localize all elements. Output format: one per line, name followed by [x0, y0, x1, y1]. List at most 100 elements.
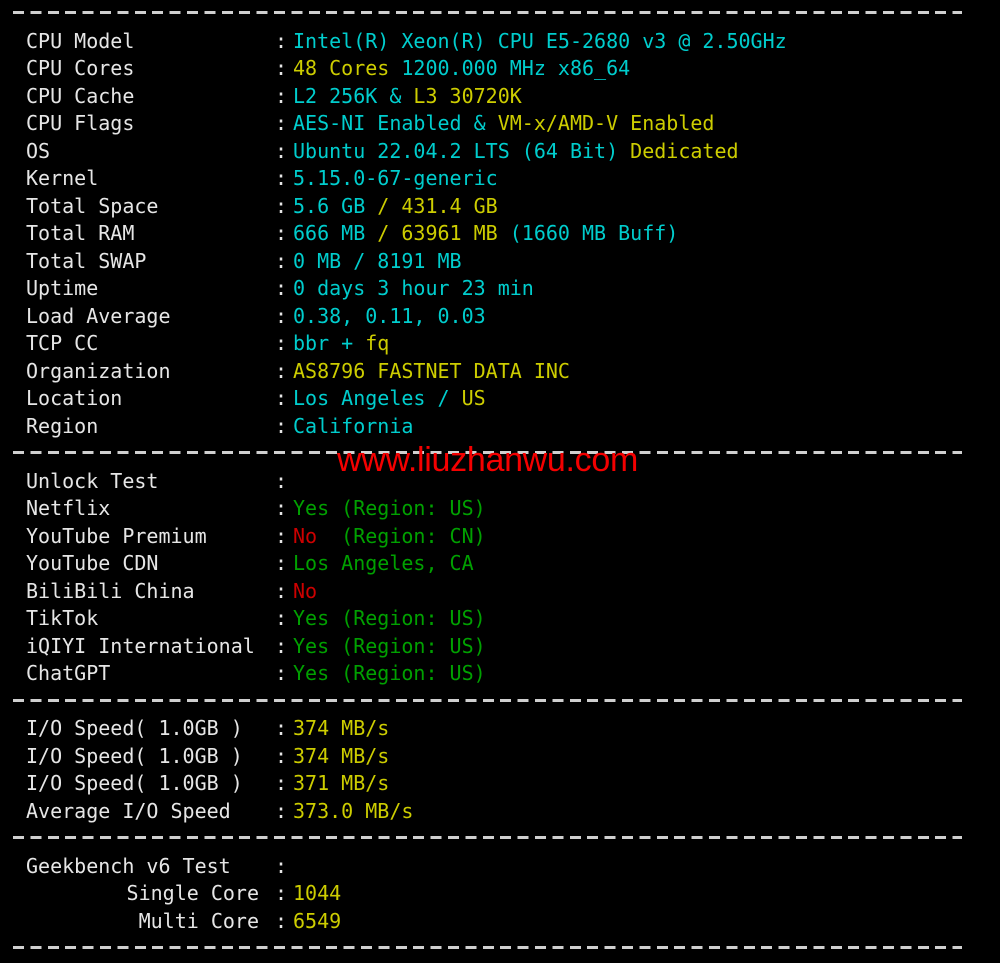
row-value: 5.15.0-67-generic [293, 166, 498, 190]
row-label: I/O Speed( 1.0GB ) [26, 743, 243, 768]
row-label: I/O Speed( 1.0GB ) [26, 716, 243, 740]
info-row: YouTube CDN: Los Angeles, CA [0, 550, 1000, 578]
separator-after-unlock [0, 688, 1000, 716]
row-colon: : [275, 661, 288, 685]
row-label: Netflix [26, 496, 111, 520]
row-label: YouTube CDN [26, 551, 159, 575]
site-watermark: www.liuzhanwu.com [337, 441, 639, 479]
separator-top [0, 0, 1000, 28]
row-value: US [461, 386, 486, 410]
row-label: Location [26, 386, 123, 410]
row-label: Uptime [26, 276, 99, 300]
row-value: 373.0 MB/s [293, 798, 414, 823]
row-colon: : [275, 771, 288, 795]
separator-after-io [0, 825, 1000, 853]
row-colon: : [275, 551, 288, 575]
row-value: California [293, 413, 414, 438]
row-value: Intel(R) Xeon(R) CPU E5-2680 v3 @ 2.50GH… [293, 28, 787, 53]
row-label: Total RAM [26, 221, 135, 245]
row-label: CPU Flags [26, 111, 135, 135]
row-colon: : [275, 716, 288, 740]
row-value: 0 MB / 8191 MB [293, 248, 462, 273]
info-row: Organization: AS8796 FASTNET DATA INC [0, 358, 1000, 386]
row-label: Total Space [26, 193, 159, 218]
row-colon: : [275, 908, 288, 933]
info-row: iQIYI International: Yes (Region: US) [0, 633, 1000, 661]
row-colon: : [275, 798, 288, 823]
info-row: I/O Speed( 1.0GB ):371 MB/s [0, 770, 1000, 798]
row-colon: : [275, 303, 288, 328]
info-row: YouTube Premium: No (Region: CN) [0, 523, 1000, 551]
row-label: I/O Speed( 1.0GB ) [26, 771, 243, 795]
row-label: Kernel [26, 166, 99, 190]
row-value: AES-NI Enabled & [293, 111, 498, 135]
row-value: 374 MB/s [293, 716, 390, 740]
row-colon: : [275, 331, 288, 355]
row-value: Los Angeles / [293, 386, 462, 410]
info-row: ChatGPT: Yes (Region: US) [0, 660, 1000, 688]
row-value: fq [365, 331, 390, 355]
row-colon: : [275, 166, 288, 190]
row-value: bbr + [293, 331, 366, 355]
row-value: Yes (Region: US) [293, 661, 486, 685]
info-row: OS: Ubuntu 22.04.2 LTS (64 Bit) Dedicated [0, 138, 1000, 166]
info-row: Single Core:1044 [0, 880, 1000, 908]
info-row: Total RAM:666 MB / 63961 MB (1660 MB Buf… [0, 220, 1000, 248]
row-colon: : [275, 853, 288, 878]
row-value: 48 Cores [293, 56, 402, 80]
row-label: Geekbench v6 Test [26, 853, 231, 878]
info-row: CPU Cores:48 Cores 1200.000 MHz x86_64 [0, 55, 1000, 83]
info-row: Total Space:5.6 GB / 431.4 GB [0, 193, 1000, 221]
row-label: Load Average [26, 303, 171, 328]
row-value: / 63961 MB [377, 221, 510, 245]
separator-rule [13, 698, 962, 702]
row-colon: : [275, 138, 288, 163]
row-colon: : [275, 248, 288, 273]
row-label: ChatGPT [26, 661, 111, 685]
info-row: Uptime:0 days 3 hour 23 min [0, 275, 1000, 303]
info-row: Total SWAP:0 MB / 8191 MB [0, 248, 1000, 276]
row-value: Yes (Region: US) [293, 496, 486, 520]
separator-rule [13, 836, 962, 839]
row-label: OS [26, 138, 51, 163]
row-label: iQIYI International [26, 633, 255, 658]
row-colon: : [275, 111, 288, 135]
row-value: 5.6 GB [293, 193, 378, 218]
info-row: Kernel:5.15.0-67-generic [0, 165, 1000, 193]
row-colon: : [275, 633, 288, 658]
row-colon: : [275, 83, 288, 108]
row-colon: : [275, 221, 288, 245]
info-row: I/O Speed( 1.0GB ):374 MB/s [0, 743, 1000, 771]
row-colon: : [275, 56, 288, 80]
row-label: Organization [26, 358, 171, 383]
row-colon: : [275, 468, 288, 493]
geekbench-section: Geekbench v6 Test: Single Core:1044 Multi … [0, 853, 1000, 936]
row-colon: : [275, 606, 288, 630]
row-value: No [293, 523, 330, 548]
row-colon: : [275, 578, 288, 603]
separator-rule [13, 11, 962, 14]
info-row: Geekbench v6 Test: [0, 853, 1000, 881]
row-value: (1660 MB Buff) [509, 221, 679, 245]
row-colon: : [275, 28, 288, 53]
row-value: (Region: CN) [329, 523, 486, 548]
unlock-test-section: Unlock Test: Netflix: Yes (Region: US) YouT… [0, 468, 1000, 688]
row-label: CPU Cores [26, 56, 135, 80]
row-label: CPU Model [26, 28, 135, 53]
row-value: No [293, 578, 318, 603]
row-label: Single Core [126, 881, 259, 905]
row-colon: : [275, 193, 288, 218]
row-colon: : [275, 743, 288, 768]
info-row: CPU Cache: L2 256K & L3 30720K [0, 83, 1000, 111]
row-value: 666 MB [293, 221, 378, 245]
info-row: Location: Los Angeles / US [0, 385, 1000, 413]
info-row: Multi Core:6549 [0, 908, 1000, 936]
row-label: BiliBili China [26, 578, 195, 603]
separator-bottom [0, 935, 1000, 963]
row-label: CPU Cache [26, 83, 135, 108]
row-value: 374 MB/s [293, 743, 390, 768]
row-colon: : [275, 881, 288, 905]
row-value: 371 MB/s [293, 771, 390, 795]
row-value: AS8796 FASTNET DATA INC [293, 358, 570, 383]
row-label: Multi Core [138, 908, 259, 933]
